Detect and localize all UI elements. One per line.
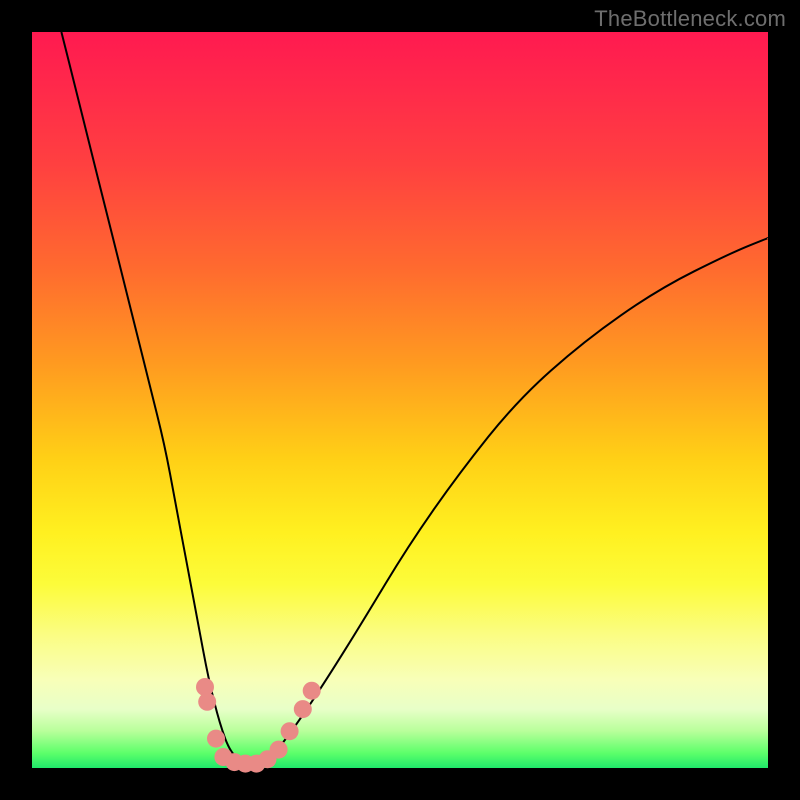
curve-marker — [281, 722, 299, 740]
curve-markers — [196, 678, 321, 773]
bottleneck-curve — [32, 32, 768, 768]
curve-marker — [207, 730, 225, 748]
curve-marker — [294, 700, 312, 718]
chart-frame: TheBottleneck.com — [0, 0, 800, 800]
watermark-text: TheBottleneck.com — [594, 6, 786, 32]
curve-marker — [303, 682, 321, 700]
curve-line — [61, 32, 768, 764]
curve-marker — [270, 741, 288, 759]
curve-marker — [198, 693, 216, 711]
plot-area — [32, 32, 768, 768]
